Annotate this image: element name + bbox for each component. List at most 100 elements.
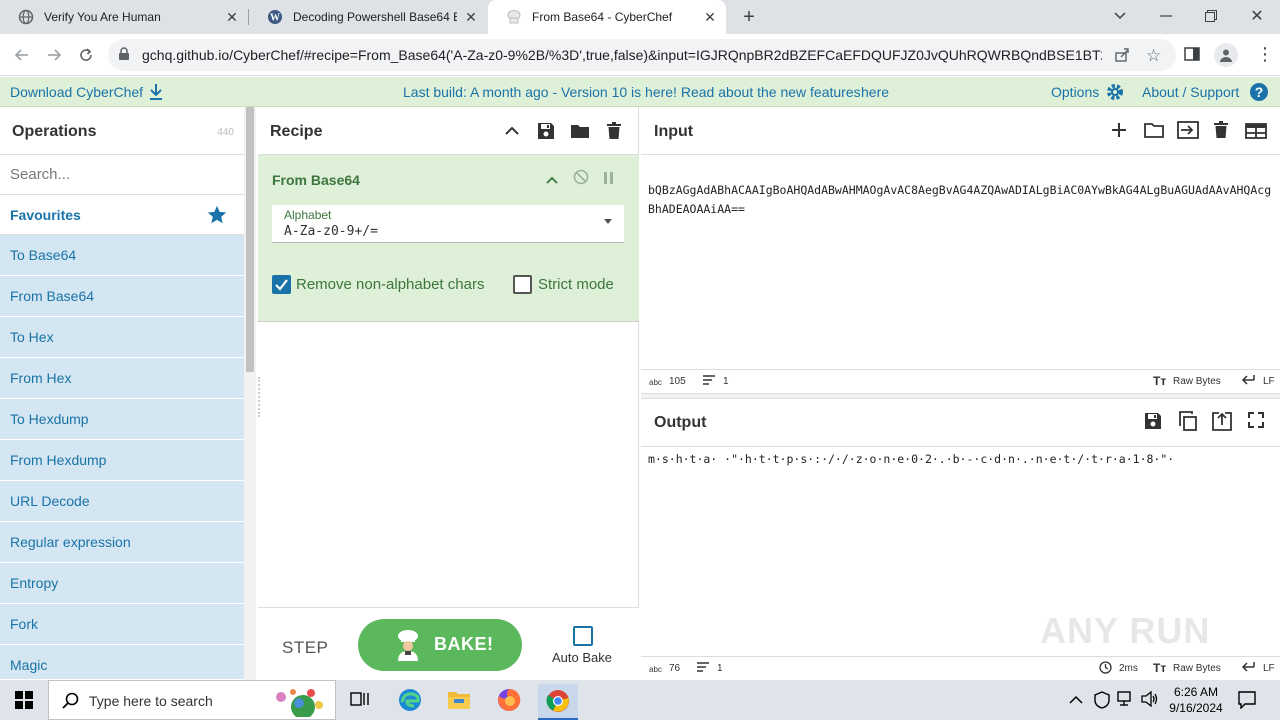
search-highlight-icon[interactable] bbox=[263, 685, 329, 722]
clear-input-trash-icon[interactable] bbox=[1213, 121, 1229, 144]
close-icon[interactable]: ✕ bbox=[224, 9, 240, 25]
collapse-all-icon[interactable] bbox=[501, 121, 523, 141]
operation-item[interactable]: Entropy bbox=[0, 563, 244, 604]
chrome-taskbar-icon[interactable] bbox=[538, 684, 578, 720]
operation-item[interactable]: From Hex bbox=[0, 358, 244, 399]
address-bar[interactable]: gchq.github.io/CyberChef/#recipe=From_Ba… bbox=[108, 39, 1176, 71]
back-arrow-icon[interactable] bbox=[9, 42, 35, 68]
operation-item[interactable]: To Base64 bbox=[0, 235, 244, 276]
volume-icon[interactable] bbox=[1141, 690, 1159, 712]
bake-time: 2ms bbox=[1119, 663, 1138, 674]
share-icon[interactable] bbox=[1114, 47, 1130, 68]
copy-output-icon[interactable] bbox=[1178, 411, 1198, 436]
input-textarea[interactable]: bQBzAGgAdABhACAAIgBoAHQAdABwAHMAOgAvAC8A… bbox=[648, 181, 1276, 219]
auto-bake-checkbox[interactable] bbox=[573, 626, 593, 646]
operation-item[interactable]: Regular expression bbox=[0, 522, 244, 563]
security-shield-icon[interactable] bbox=[1094, 691, 1110, 714]
operation-item[interactable]: To Hex bbox=[0, 317, 244, 358]
taskbar-search-box[interactable]: Type here to search bbox=[48, 680, 336, 720]
output-encoding[interactable]: Raw Bytes bbox=[1173, 663, 1221, 674]
disable-operation-icon[interactable] bbox=[573, 169, 589, 190]
bake-button[interactable]: BAKE! bbox=[358, 619, 522, 671]
operation-item[interactable]: Magic bbox=[0, 645, 244, 680]
remove-non-alphabet-checkbox[interactable] bbox=[272, 275, 291, 294]
close-icon[interactable]: ✕ bbox=[702, 9, 718, 25]
add-tab-plus-icon[interactable] bbox=[1111, 122, 1127, 143]
star-icon[interactable] bbox=[206, 204, 228, 231]
output-text[interactable]: m·s·h·t·a· ·"·h·t·t·p·s·:·/·/·z·o·n·e·0·… bbox=[648, 449, 1276, 469]
recipe-panel: Recipe From Base64 Alphabet A-Za-z0-9+/= bbox=[258, 107, 639, 680]
operation-item[interactable]: URL Decode bbox=[0, 481, 244, 522]
reload-icon[interactable] bbox=[73, 42, 99, 68]
browser-menu-icon[interactable]: ⋮ bbox=[1256, 44, 1274, 64]
features-here-link[interactable]: here bbox=[861, 84, 889, 100]
help-icon[interactable]: ? bbox=[1249, 82, 1269, 105]
operations-search-input[interactable] bbox=[0, 155, 244, 195]
browser-tab-decoding[interactable]: W Decoding Powershell Base64 Enc ✕ bbox=[249, 0, 487, 34]
gear-icon[interactable] bbox=[1105, 82, 1125, 105]
clear-recipe-trash-icon[interactable] bbox=[603, 121, 625, 141]
network-icon[interactable] bbox=[1117, 691, 1135, 712]
about-support-link[interactable]: About / Support bbox=[1142, 84, 1239, 100]
download-cyberchef-link[interactable]: Download CyberChef bbox=[10, 84, 143, 100]
operations-scrollbar[interactable] bbox=[244, 107, 256, 680]
pause-icon[interactable] bbox=[603, 171, 615, 189]
firefox-icon[interactable] bbox=[489, 684, 529, 716]
lines-icon bbox=[703, 374, 715, 389]
taskbar-clock[interactable]: 6:26 AM 9/16/2024 bbox=[1162, 684, 1230, 716]
tab-search-button[interactable] bbox=[1110, 6, 1130, 26]
operation-item[interactable]: From Base64 bbox=[0, 276, 244, 317]
chef-hat-icon bbox=[506, 9, 522, 25]
lock-icon[interactable] bbox=[118, 47, 130, 66]
close-window-button[interactable]: ✕ bbox=[1247, 6, 1267, 26]
chevron-up-icon[interactable] bbox=[546, 172, 558, 190]
operation-item[interactable]: From Hexdump bbox=[0, 440, 244, 481]
profile-avatar-icon[interactable] bbox=[1214, 43, 1238, 67]
abc-length-icon: abc bbox=[649, 378, 662, 387]
save-recipe-icon[interactable] bbox=[535, 121, 557, 141]
edge-browser-icon[interactable] bbox=[390, 684, 430, 716]
input-encoding[interactable]: Raw Bytes bbox=[1173, 376, 1221, 387]
step-button[interactable]: STEP bbox=[282, 638, 328, 658]
side-panel-icon[interactable] bbox=[1184, 46, 1200, 67]
download-icon[interactable] bbox=[148, 83, 164, 104]
maximize-output-icon[interactable] bbox=[1248, 412, 1264, 433]
text-encoding-icon[interactable]: Tт bbox=[1153, 374, 1166, 388]
options-link[interactable]: Options bbox=[1051, 84, 1099, 100]
browser-tab-cyberchef[interactable]: From Base64 - CyberChef ✕ bbox=[488, 0, 726, 34]
output-eol[interactable]: LF bbox=[1263, 663, 1275, 674]
browser-tab-verify[interactable]: Verify You Are Human ✕ bbox=[0, 0, 248, 34]
eol-arrow-icon[interactable] bbox=[1241, 661, 1255, 676]
reset-layout-icon[interactable] bbox=[1245, 123, 1267, 144]
clock-time: 6:26 AM bbox=[1173, 685, 1219, 699]
browser-tab-strip: Verify You Are Human ✕ W Decoding Powers… bbox=[0, 0, 1280, 34]
close-icon[interactable]: ✕ bbox=[463, 9, 479, 25]
save-output-icon[interactable] bbox=[1144, 412, 1162, 435]
forward-arrow-icon[interactable] bbox=[41, 42, 67, 68]
show-hidden-icons-chevron-icon[interactable] bbox=[1069, 692, 1083, 710]
windows-start-icon[interactable] bbox=[0, 680, 48, 720]
open-file-icon[interactable] bbox=[1177, 121, 1199, 144]
new-tab-button[interactable]: + bbox=[738, 6, 760, 28]
resize-handle[interactable] bbox=[258, 377, 260, 417]
open-folder-icon[interactable] bbox=[1144, 122, 1164, 143]
load-recipe-folder-icon[interactable] bbox=[569, 121, 591, 141]
input-eol[interactable]: LF bbox=[1263, 376, 1275, 387]
minimize-window-button[interactable] bbox=[1156, 6, 1176, 26]
bookmark-star-icon[interactable]: ☆ bbox=[1146, 46, 1161, 66]
operation-item[interactable]: To Hexdump bbox=[0, 399, 244, 440]
task-view-icon[interactable] bbox=[340, 684, 380, 716]
eol-arrow-icon[interactable] bbox=[1241, 374, 1255, 389]
text-encoding-icon[interactable]: Tт bbox=[1153, 661, 1166, 675]
strict-mode-checkbox[interactable] bbox=[513, 275, 532, 294]
file-explorer-icon[interactable] bbox=[439, 684, 479, 716]
favourites-category[interactable]: Favourites bbox=[0, 195, 244, 235]
tab-title: Verify You Are Human bbox=[44, 10, 161, 24]
wordpress-icon: W bbox=[267, 9, 283, 25]
alphabet-select[interactable]: Alphabet A-Za-z0-9+/= bbox=[272, 205, 624, 243]
replace-input-icon[interactable] bbox=[1212, 411, 1232, 436]
restore-window-button[interactable] bbox=[1201, 6, 1221, 26]
notification-center-icon[interactable] bbox=[1238, 691, 1256, 714]
operation-item[interactable]: Fork bbox=[0, 604, 244, 645]
scrollbar-thumb[interactable] bbox=[246, 107, 254, 372]
